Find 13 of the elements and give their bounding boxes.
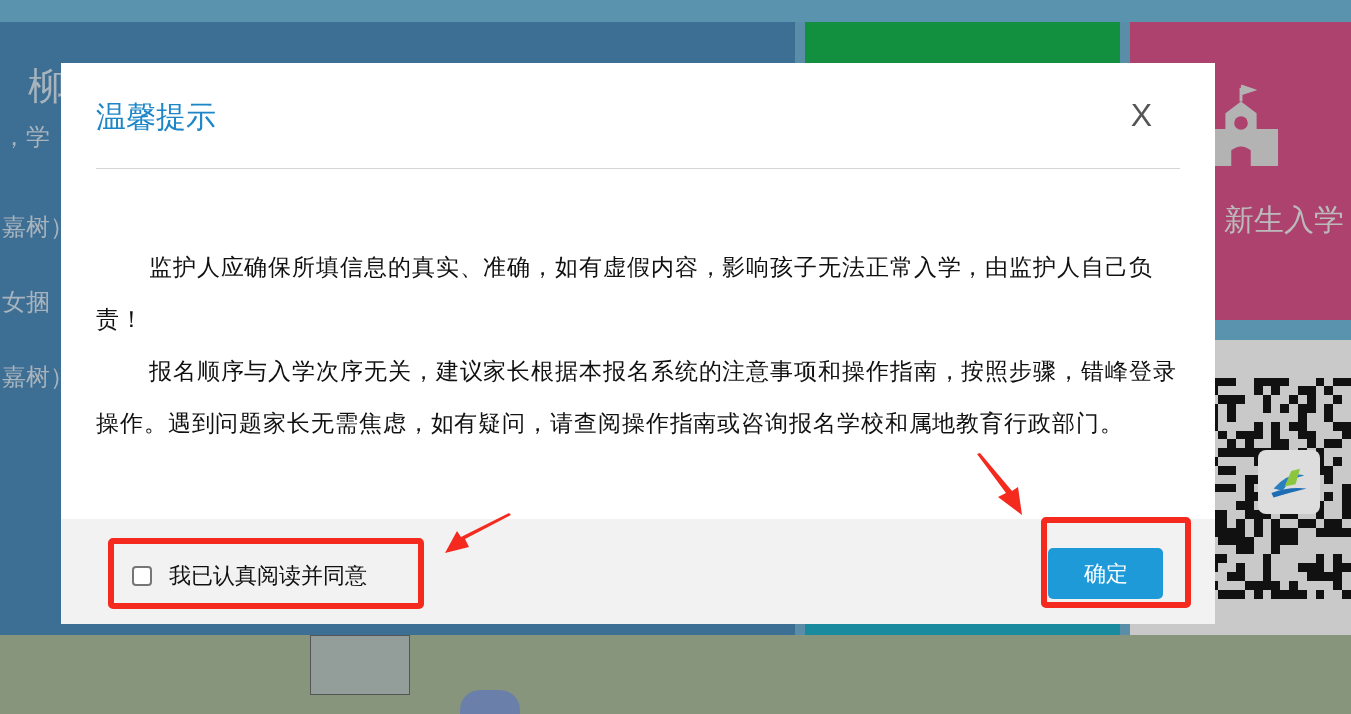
tile-label: 新生入学 xyxy=(1224,202,1344,238)
dialog-title: 温馨提示 xyxy=(96,99,216,135)
panel-text: 嘉树） xyxy=(1,362,74,392)
checkbox[interactable] xyxy=(132,565,152,586)
agree-label: 我已认真阅读并同意 xyxy=(169,561,367,590)
notice-paragraph: 报名顺序与入学次序无关，建议家长根据本报名系统的注意事项和操作指南，按照步骤，错峰登录操作。遇到问题家长无需焦虑，如有疑问，请查阅操作指南或咨询报名学校和属地教育行政部门。 xyxy=(96,357,1178,438)
panel-text: ，学 xyxy=(1,122,50,152)
confirm-button[interactable]: 确定 xyxy=(1048,548,1163,599)
panel-text: 女捆 xyxy=(1,287,50,317)
panel-text: 嘉树） xyxy=(1,212,74,242)
logo-icon xyxy=(1258,450,1320,514)
arrow-icon xyxy=(976,453,1024,517)
arrow-icon xyxy=(443,513,513,555)
